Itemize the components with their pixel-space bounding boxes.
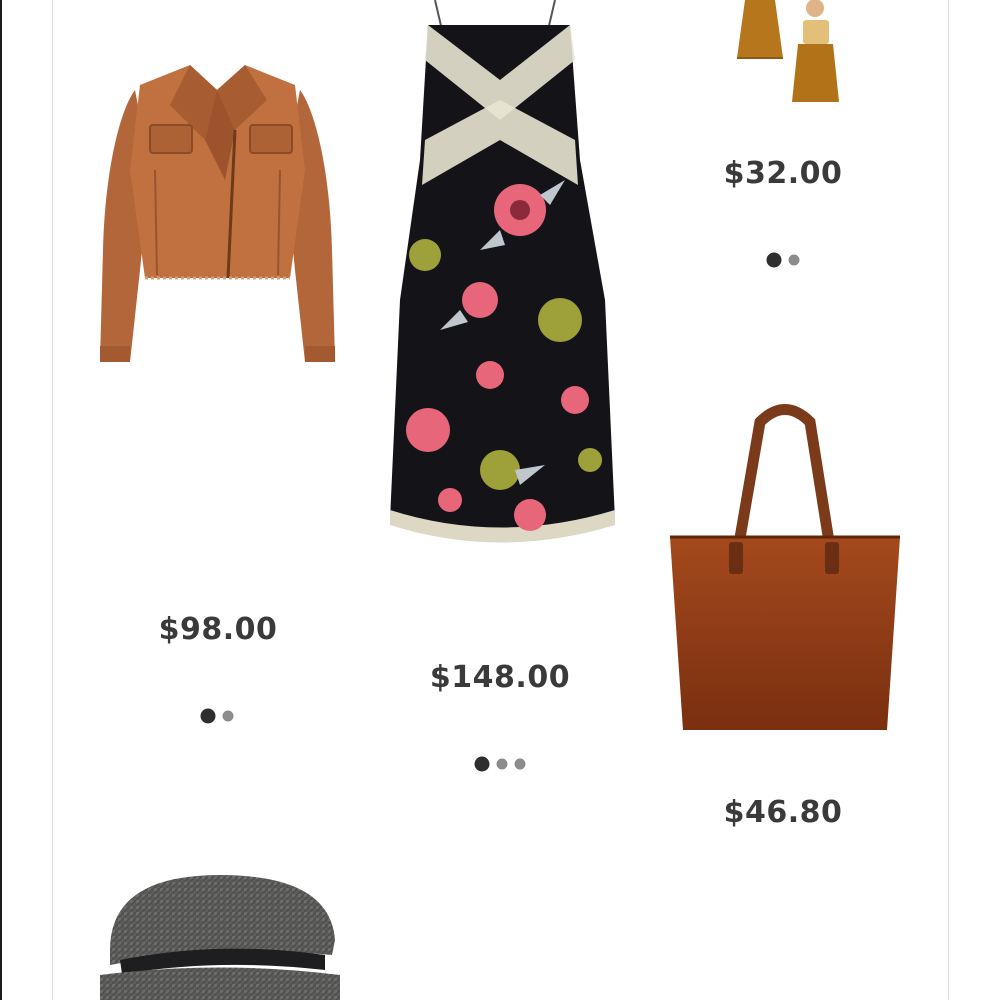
carousel-dot-1[interactable] xyxy=(200,708,216,724)
content-border-left xyxy=(52,0,53,1000)
carousel-dots-earrings[interactable] xyxy=(766,252,800,268)
product-card-earrings[interactable] xyxy=(735,0,845,105)
carousel-dot-2[interactable] xyxy=(222,710,234,722)
tweed-baker-boy-cap-image[interactable] xyxy=(100,870,340,1000)
floral-slip-dress-image[interactable] xyxy=(380,0,620,555)
price-tote: $46.80 xyxy=(723,795,843,830)
product-card-jacket[interactable] xyxy=(95,50,340,370)
carousel-dot-1[interactable] xyxy=(474,756,490,772)
carousel-dots-jacket[interactable] xyxy=(200,708,234,724)
carousel-dot-1[interactable] xyxy=(766,252,782,268)
price-dress: $148.00 xyxy=(429,660,571,695)
brown-tote-bag-image[interactable] xyxy=(665,402,905,737)
carousel-dot-3[interactable] xyxy=(514,758,526,770)
tan-moto-jacket-image[interactable] xyxy=(95,50,340,370)
carousel-dot-2[interactable] xyxy=(788,254,800,266)
tassel-earrings-image[interactable] xyxy=(735,0,845,105)
product-card-cap[interactable] xyxy=(100,870,340,1000)
content-border-right xyxy=(948,0,949,1000)
carousel-dots-dress[interactable] xyxy=(474,756,526,772)
product-grid-page: $98.00 $148.00 $32.00 $46.80 xyxy=(0,0,1000,1000)
carousel-dot-2[interactable] xyxy=(496,758,508,770)
price-jacket: $98.00 xyxy=(158,612,278,647)
price-earrings: $32.00 xyxy=(723,156,843,191)
product-card-tote[interactable] xyxy=(665,402,905,737)
window-edge xyxy=(0,0,2,1000)
product-card-dress[interactable] xyxy=(380,0,620,555)
